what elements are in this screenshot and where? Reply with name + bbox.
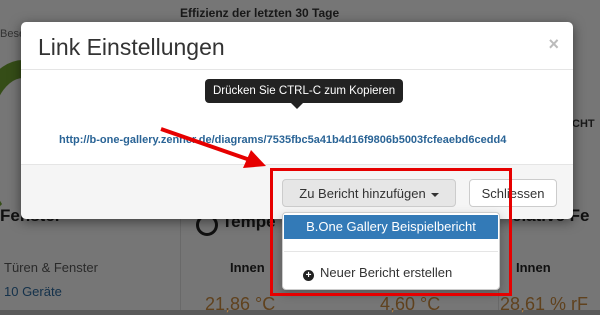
annotation-arrow <box>160 127 266 168</box>
annotation-arrow-line <box>160 127 251 162</box>
